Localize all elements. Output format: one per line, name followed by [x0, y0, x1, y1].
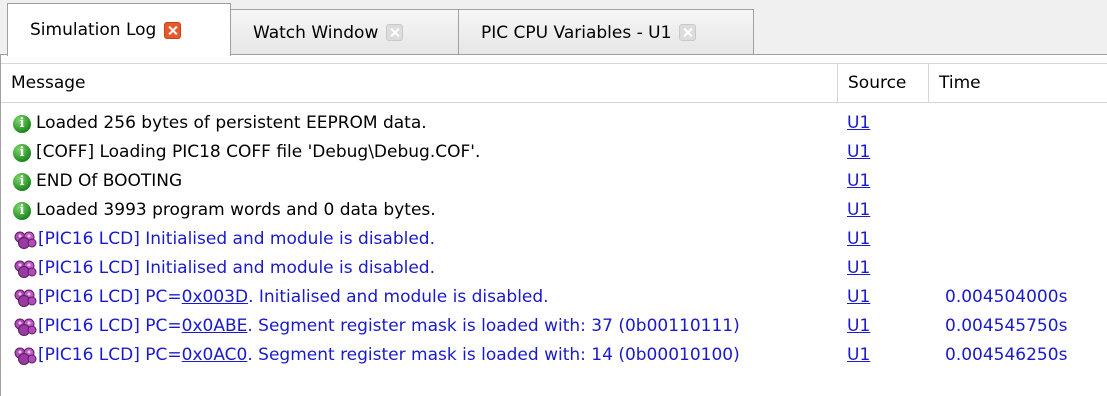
- source-link[interactable]: U1: [847, 341, 870, 370]
- info-icon: i: [13, 143, 31, 162]
- log-time: 0.004504000s: [945, 287, 1068, 307]
- log-message: i Loaded 256 bytes of persistent EEPROM d…: [13, 109, 427, 138]
- log-row[interactable]: i [COFF] Loading PIC18 COFF file 'Debug\D…: [1, 138, 1107, 167]
- lcd-chip-icon: [13, 347, 37, 365]
- log-time: 0.004545750s: [945, 316, 1068, 336]
- tab-simulation-log[interactable]: Simulation Log: [7, 3, 231, 56]
- tab-label: Simulation Log: [30, 20, 157, 40]
- column-header-source[interactable]: Source: [838, 64, 928, 102]
- tab-label: Watch Window: [253, 22, 379, 43]
- log-message: i [COFF] Loading PIC18 COFF file 'Debug\D…: [13, 138, 480, 167]
- source-link[interactable]: U1: [847, 312, 870, 341]
- pc-address-link[interactable]: 0x003D: [182, 283, 248, 312]
- log-row[interactable]: i Loaded 256 bytes of persistent EEPROM d…: [1, 109, 1107, 138]
- log-message-prefix: [PIC16 LCD] PC=: [38, 345, 182, 365]
- info-icon: i: [13, 114, 31, 133]
- log-message: [PIC16 LCD] Initialised and module is di…: [13, 225, 435, 254]
- source-link[interactable]: U1: [847, 283, 870, 312]
- log-message-text: END Of BOOTING: [36, 171, 183, 191]
- log-message-suffix: . Initialised and module is disabled.: [248, 287, 549, 307]
- log-row[interactable]: [PIC16 LCD] PC= 0x0ABE. Segment register …: [1, 312, 1107, 341]
- log-message-suffix: . Segment register mask is loaded with: …: [247, 345, 740, 365]
- log-message-text: [COFF] Loading PIC18 COFF file 'Debug\De…: [36, 142, 481, 162]
- log-message: i END Of BOOTING: [13, 167, 182, 196]
- log-row[interactable]: [PIC16 LCD] Initialised and module is di…: [1, 254, 1107, 283]
- log-row[interactable]: [PIC16 LCD] PC= 0x003D. Initialised and m…: [1, 283, 1107, 312]
- log-row[interactable]: i END Of BOOTING U1: [1, 167, 1107, 196]
- log-message: [PIC16 LCD] Initialised and module is di…: [13, 254, 435, 283]
- log-message: [PIC16 LCD] PC= 0x0ABE. Segment register …: [13, 312, 740, 341]
- info-icon: i: [13, 201, 31, 220]
- log-message-prefix: [PIC16 LCD] PC=: [38, 316, 182, 336]
- log-row[interactable]: [PIC16 LCD] Initialised and module is di…: [1, 225, 1107, 254]
- lcd-chip-icon: [13, 260, 37, 278]
- source-link[interactable]: U1: [847, 138, 870, 167]
- log-message: [PIC16 LCD] PC= 0x003D. Initialised and m…: [13, 283, 549, 312]
- lcd-chip-icon: [13, 231, 37, 249]
- log-row[interactable]: [PIC16 LCD] PC= 0x0AC0. Segment register …: [1, 341, 1107, 370]
- source-link[interactable]: U1: [847, 225, 870, 254]
- close-icon[interactable]: [164, 21, 182, 39]
- column-header-time[interactable]: Time: [929, 64, 1107, 102]
- column-header-message[interactable]: Message: [1, 64, 837, 102]
- info-icon: i: [13, 172, 31, 191]
- log-message-text: [PIC16 LCD] Initialised and module is di…: [38, 258, 435, 278]
- pc-address-link[interactable]: 0x0ABE: [182, 312, 248, 341]
- log-message-text: Loaded 256 bytes of persistent EEPROM da…: [36, 113, 427, 133]
- pc-address-link[interactable]: 0x0AC0: [182, 341, 248, 370]
- log-message: i Loaded 3993 program words and 0 data by…: [13, 196, 436, 225]
- log-message-prefix: [PIC16 LCD] PC=: [38, 287, 182, 307]
- log-list: i Loaded 256 bytes of persistent EEPROM d…: [1, 109, 1107, 370]
- log-time: 0.004546250s: [945, 345, 1068, 365]
- tab-label: PIC CPU Variables - U1: [481, 22, 672, 43]
- source-link[interactable]: U1: [847, 167, 870, 196]
- tab-pic-cpu-variables[interactable]: PIC CPU Variables - U1: [458, 9, 754, 55]
- log-message: [PIC16 LCD] PC= 0x0AC0. Segment register …: [13, 341, 740, 370]
- table-header: Message Source Time: [1, 63, 1107, 103]
- tab-bar: Simulation Log Watch Window PIC CPU Vari…: [0, 0, 1107, 56]
- log-row[interactable]: i Loaded 3993 program words and 0 data by…: [1, 196, 1107, 225]
- close-icon[interactable]: [386, 24, 404, 41]
- log-message-text: Loaded 3993 program words and 0 data byt…: [36, 200, 436, 220]
- log-message-text: [PIC16 LCD] Initialised and module is di…: [38, 229, 435, 249]
- log-message-suffix: . Segment register mask is loaded with: …: [247, 316, 740, 336]
- tab-watch-window[interactable]: Watch Window: [230, 9, 459, 55]
- close-icon[interactable]: [679, 24, 697, 41]
- simulation-log-panel: Message Source Time i Loaded 256 bytes of…: [0, 55, 1107, 396]
- lcd-chip-icon: [13, 318, 37, 336]
- lcd-chip-icon: [13, 289, 37, 307]
- source-link[interactable]: U1: [847, 109, 870, 138]
- source-link[interactable]: U1: [847, 196, 870, 225]
- source-link[interactable]: U1: [847, 254, 870, 283]
